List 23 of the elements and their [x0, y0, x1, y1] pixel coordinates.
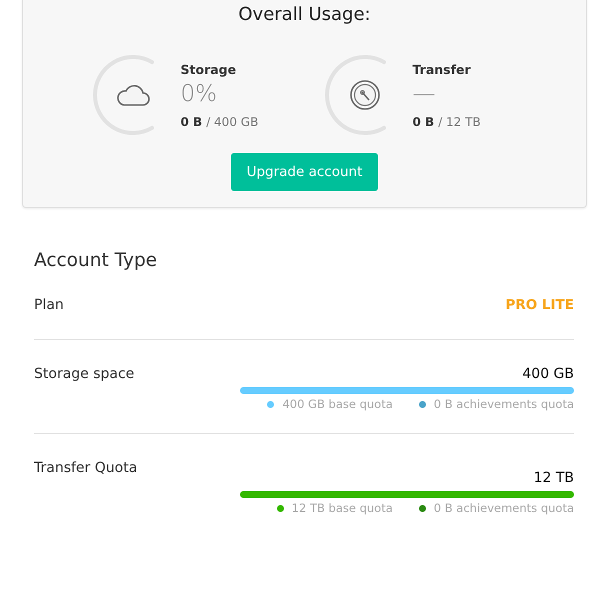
total-amount: / 400 GB [206, 114, 258, 128]
row-label: Storage space [34, 366, 134, 382]
plan-name: PRO LITE [505, 297, 574, 313]
legend-label: 12 TB base quota [292, 501, 393, 515]
quota-value: 12 TB [534, 470, 574, 486]
gauge-label: Transfer [412, 62, 472, 76]
total-amount: / 12 TB [438, 114, 481, 128]
legend-label: 400 GB base quota [282, 397, 393, 411]
section-title: Account Type [34, 250, 158, 271]
row-label: Transfer Quota [34, 460, 138, 476]
upgrade-button[interactable]: Upgrade account [230, 153, 378, 191]
usage-percent: 0% [180, 80, 218, 108]
used-amount: 0 B [180, 114, 202, 128]
legend-label: 0 B achievements quota [434, 397, 574, 411]
usage-title: Overall Usage: [238, 4, 371, 25]
gauge-label: Storage [180, 62, 238, 76]
legend-label: 0 B achievements quota [434, 501, 574, 515]
row-label: Plan [34, 297, 64, 313]
used-amount: 0 B [412, 114, 434, 128]
quota-value: 400 GB [522, 366, 574, 382]
usage-percent: — [412, 80, 436, 108]
cloud-icon [116, 83, 150, 107]
speedometer-icon [348, 79, 380, 111]
